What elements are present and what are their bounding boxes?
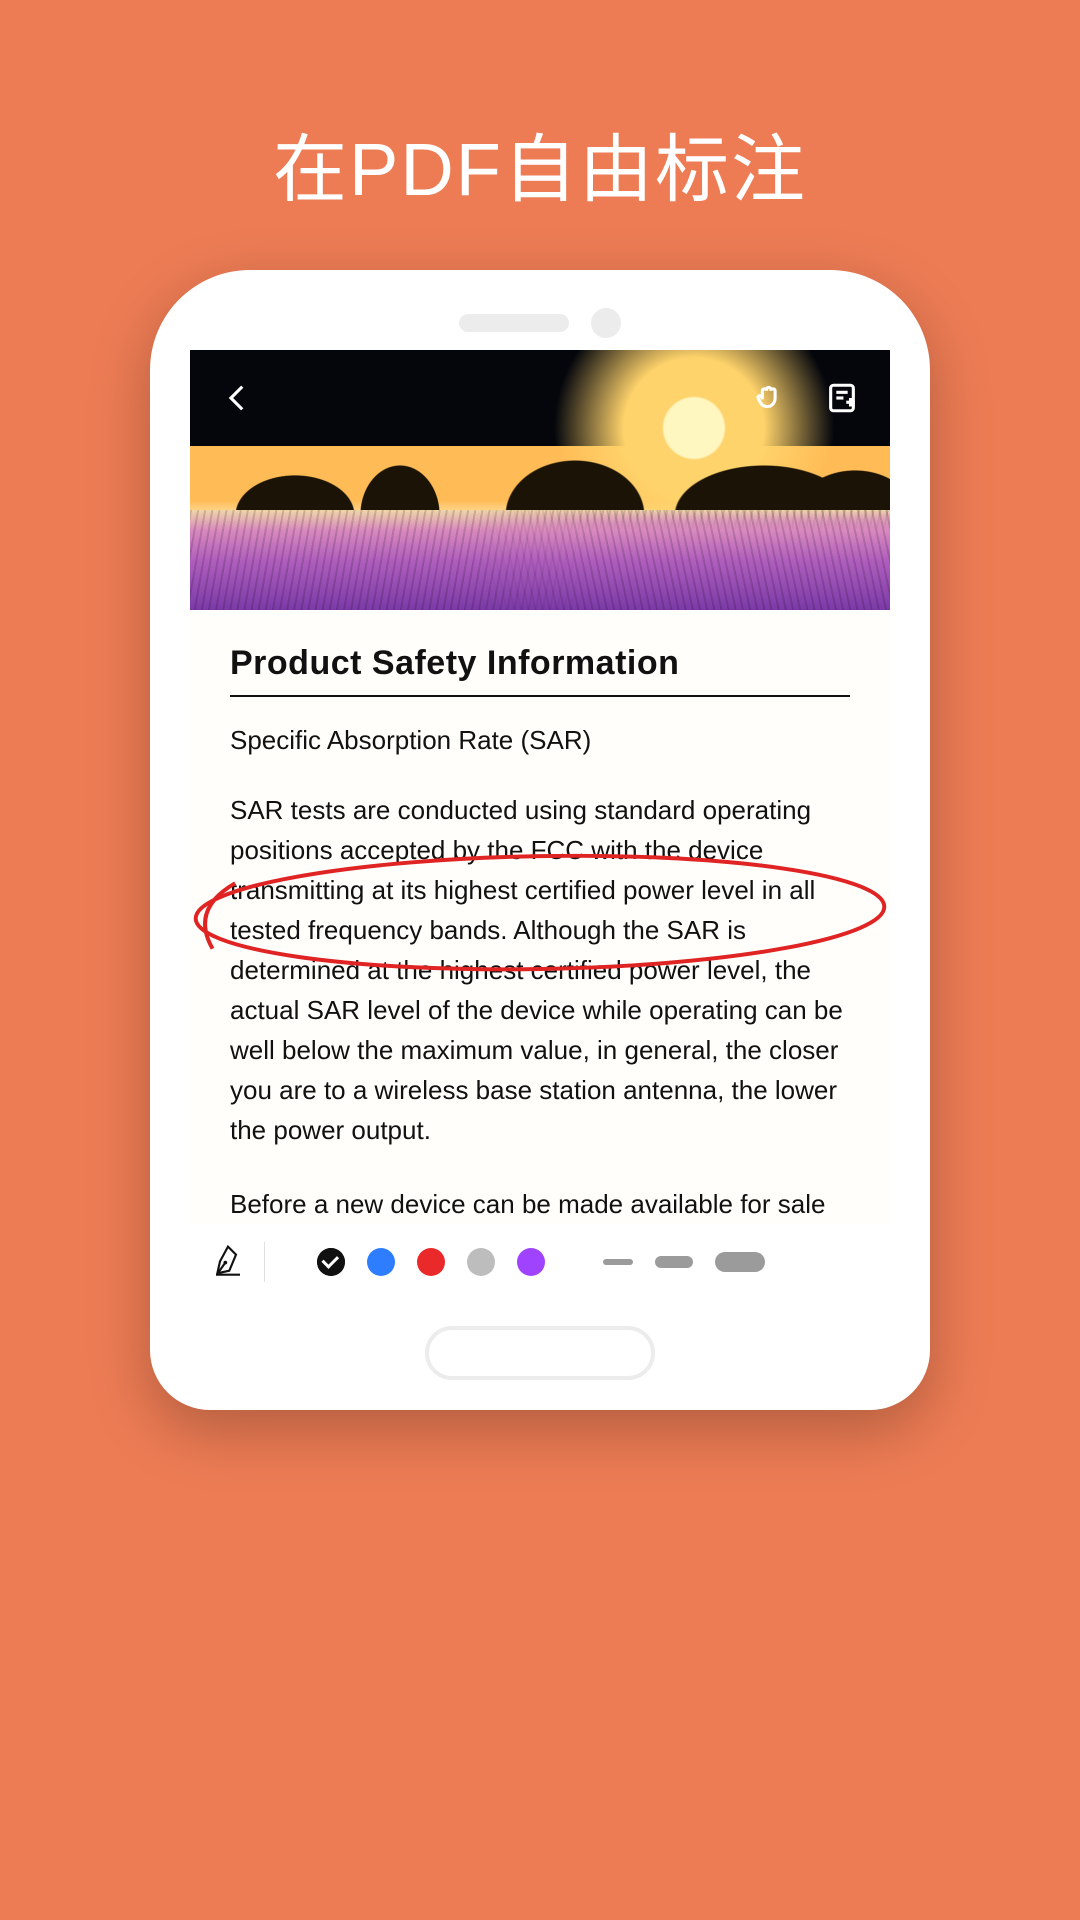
pen-nib-icon <box>212 1244 244 1276</box>
document-hero-image <box>190 350 890 610</box>
app-screen: Product Safety Information Specific Abso… <box>190 350 890 1300</box>
pen-tool-button[interactable] <box>212 1244 244 1281</box>
color-swatches <box>317 1248 545 1276</box>
chevron-left-icon <box>221 381 255 415</box>
doc-subhead: Specific Absorption Rate (SAR) <box>230 725 850 756</box>
doc-title: Product Safety Information <box>230 644 850 683</box>
document-body[interactable]: Product Safety Information Specific Abso… <box>190 610 890 1224</box>
color-swatch-purple[interactable] <box>517 1248 545 1276</box>
back-button[interactable] <box>214 374 262 422</box>
toolbar-divider <box>264 1242 265 1282</box>
device-speaker <box>459 308 621 338</box>
doc-paragraph: SAR tests are conducted using standard o… <box>230 790 850 1150</box>
note-add-icon <box>825 381 859 415</box>
stroke-width-options <box>603 1252 765 1272</box>
color-swatch-red[interactable] <box>417 1248 445 1276</box>
app-bar <box>190 350 890 446</box>
stroke-medium[interactable] <box>655 1256 693 1268</box>
doc-paragraph: Before a new device can be made availabl… <box>230 1184 850 1224</box>
hand-pointer-icon <box>751 381 785 415</box>
color-swatch-blue[interactable] <box>367 1248 395 1276</box>
color-swatch-grey[interactable] <box>467 1248 495 1276</box>
stroke-thick[interactable] <box>715 1252 765 1272</box>
device-home-button <box>425 1326 655 1380</box>
color-swatch-black[interactable] <box>317 1248 345 1276</box>
title-rule <box>230 695 850 697</box>
hand-tool-button[interactable] <box>744 374 792 422</box>
add-note-button[interactable] <box>818 374 866 422</box>
stroke-thin[interactable] <box>603 1259 633 1265</box>
device-frame: Product Safety Information Specific Abso… <box>150 270 930 1410</box>
promo-headline: 在PDF自由标注 <box>0 0 1080 217</box>
annotation-toolbar <box>190 1224 890 1300</box>
